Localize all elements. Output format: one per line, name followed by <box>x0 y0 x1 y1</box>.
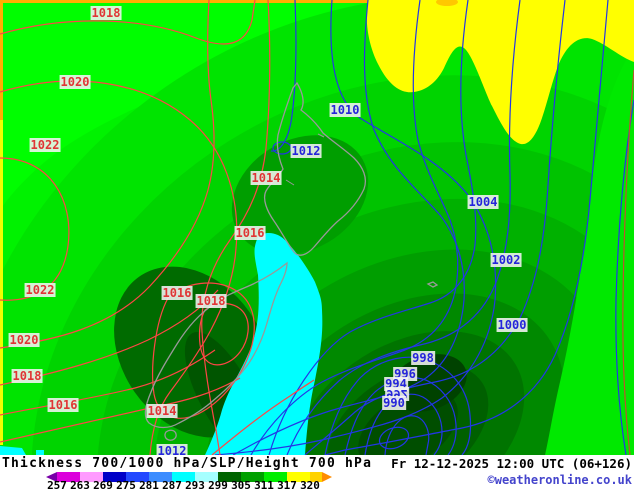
pressure-label-1012: 1012 <box>156 444 188 455</box>
colorbar-value: 281 <box>139 479 159 490</box>
colorbar-value: 311 <box>254 479 274 490</box>
pressure-label-1014: 1014 <box>146 404 178 418</box>
legend-title: Thickness 700/1000 hPa/SLP/Height 700 hP… <box>2 456 373 471</box>
pressure-label-1016: 1016 <box>234 226 266 240</box>
pressure-label-1018: 1018 <box>11 369 43 383</box>
colorbar-segment <box>322 472 332 482</box>
pressure-label-1004: 1004 <box>467 195 499 209</box>
pressure-label-layer: 1018 1020 1022 1022 1020 1018 1016 1014 1014 1016… <box>0 0 634 455</box>
pressure-label-1020: 1020 <box>59 75 91 89</box>
pressure-label-1022: 1022 <box>24 283 56 297</box>
pressure-label-1018: 1018 <box>90 6 122 20</box>
colorbar-value: 320 <box>300 479 320 490</box>
colorbar-value: 305 <box>231 479 251 490</box>
colorbar-value: 287 <box>162 479 182 490</box>
pressure-label-1016: 1016 <box>161 286 193 300</box>
colorbar-value: 299 <box>208 479 228 490</box>
copyright-link[interactable]: ©weatheronline.co.uk <box>488 473 633 487</box>
colorbar-value: 275 <box>116 479 136 490</box>
colorbar-value: 263 <box>70 479 90 490</box>
pressure-label-1016: 1016 <box>47 398 79 412</box>
pressure-label-1018: 1018 <box>195 294 227 308</box>
pressure-label-1002: 1002 <box>490 253 522 267</box>
pressure-label-990: 990 <box>382 396 406 410</box>
map-canvas: 1018 1020 1022 1022 1020 1018 1016 1014 1014 1016… <box>0 0 634 455</box>
pressure-label-1014: 1014 <box>250 171 282 185</box>
pressure-label-1012: 1012 <box>290 144 322 158</box>
colorbar-value: 257 <box>47 479 67 490</box>
pressure-label-1000: 1000 <box>496 318 528 332</box>
colorbar-value: 269 <box>93 479 113 490</box>
pressure-label-998: 998 <box>411 351 435 365</box>
colorbar-value: 317 <box>277 479 297 490</box>
pressure-label-1020: 1020 <box>8 333 40 347</box>
pressure-label-1022: 1022 <box>29 138 61 152</box>
legend-bar: Thickness 700/1000 hPa/SLP/Height 700 hP… <box>0 455 634 490</box>
weather-map-page: 1018 1020 1022 1022 1020 1018 1016 1014 1014 1016… <box>0 0 634 490</box>
colorbar-value: 293 <box>185 479 205 490</box>
legend-datetime: Fr 12-12-2025 12:00 UTC (06+126) <box>391 456 632 471</box>
pressure-label-1010: 1010 <box>329 103 361 117</box>
